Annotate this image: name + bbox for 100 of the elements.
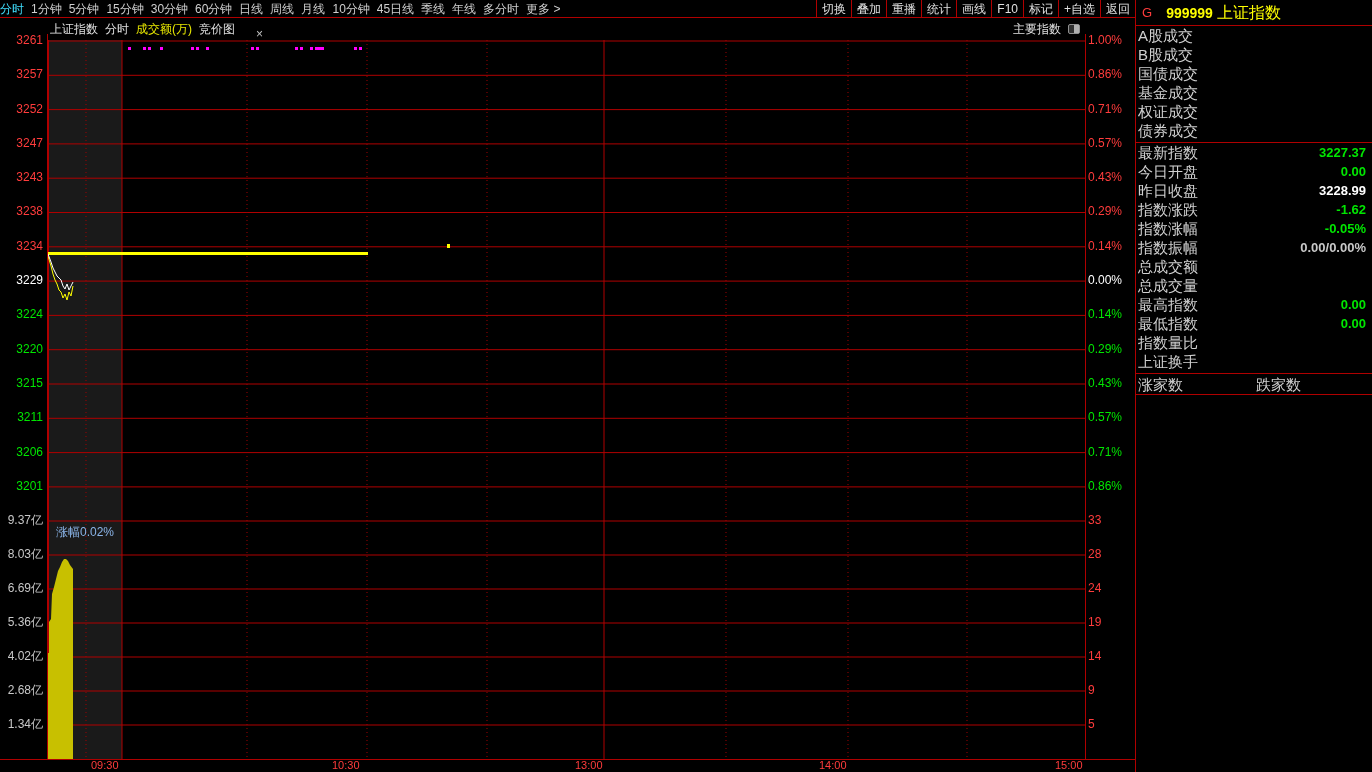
price-line	[48, 255, 74, 301]
stat-value: -0.05%	[1324, 222, 1366, 235]
period-tab[interactable]: 分时	[0, 2, 24, 15]
price-label: 3220	[16, 341, 43, 356]
stat-label: 最高指数	[1138, 297, 1198, 312]
time-label: 13:00	[575, 760, 604, 772]
stat-label: 基金成交	[1138, 85, 1198, 100]
stat-label: 总成交量	[1138, 278, 1198, 293]
price-label: 3229	[16, 273, 43, 288]
toolbar-button[interactable]: F10	[991, 0, 1023, 17]
event-marker	[148, 47, 151, 50]
toolbar-button[interactable]: 切换	[816, 0, 852, 17]
stat-value: 0.00	[1340, 298, 1366, 311]
volume-count-label: 28	[1088, 547, 1102, 562]
stat-value: 0.00/0.00%	[1300, 241, 1366, 254]
volume-label: 1.34亿	[7, 717, 43, 732]
period-tab[interactable]: 10分钟	[332, 2, 370, 15]
toolbar-button[interactable]: 统计	[921, 0, 957, 17]
period-tab[interactable]: 周线	[270, 2, 295, 15]
percent-label: 0.71%	[1088, 444, 1123, 459]
stat-label: 债券成交	[1138, 123, 1198, 138]
index-label[interactable]: 主要指数	[1013, 23, 1061, 35]
price-label: 3243	[16, 170, 43, 185]
stat-label: 上证换手	[1138, 354, 1198, 369]
percent-label: 0.71%	[1088, 101, 1123, 116]
toolbar-button[interactable]: 画线	[956, 0, 992, 17]
percent-label: 0.14%	[1088, 238, 1123, 253]
change-note: 涨幅0.02%	[56, 526, 115, 538]
period-tab[interactable]: 月线	[301, 2, 326, 15]
period-tab[interactable]: 多分时	[483, 2, 520, 15]
period-tab[interactable]: 年线	[452, 2, 477, 15]
chart-title: 上证指数	[50, 23, 98, 35]
volume-count-label: 5	[1088, 717, 1095, 732]
period-tab[interactable]: 季线	[421, 2, 446, 15]
chart-tab[interactable]: 分时	[105, 23, 129, 35]
period-tab[interactable]: 更多 >	[526, 2, 561, 15]
period-tab[interactable]: 1分钟	[31, 2, 62, 15]
event-marker	[191, 47, 194, 50]
percent-label: 1.00%	[1088, 33, 1123, 47]
percent-label: 0.86%	[1088, 478, 1123, 493]
toolbar-button[interactable]: 标记	[1023, 0, 1058, 17]
stat-label: 指数量比	[1138, 335, 1198, 350]
percent-label: 0.29%	[1088, 204, 1123, 219]
chart-tab[interactable]: 竞价图	[199, 23, 235, 35]
breadth-label: 跌家数	[1256, 376, 1301, 392]
event-marker	[295, 47, 298, 50]
stat-label: 指数振幅	[1138, 240, 1198, 255]
volume-label: 6.69亿	[7, 581, 43, 596]
period-tab[interactable]: 日线	[239, 2, 264, 15]
volume-label: 5.36亿	[7, 615, 43, 630]
period-tab[interactable]: 60分钟	[195, 2, 233, 15]
stat-value: 0.00	[1340, 165, 1366, 178]
toolbar-button[interactable]: 重播	[886, 0, 922, 17]
price-label: 3224	[16, 307, 43, 322]
event-marker	[206, 47, 209, 50]
stat-label: 指数涨幅	[1138, 221, 1198, 236]
period-tab[interactable]: 30分钟	[150, 2, 189, 15]
time-label: 15:00	[1055, 760, 1083, 772]
stat-value: 3227.37	[1319, 146, 1366, 159]
toolbar-button[interactable]: 叠加	[851, 0, 887, 17]
volume-count-label: 24	[1088, 581, 1102, 596]
toolbar-button[interactable]: +自选	[1058, 0, 1100, 17]
time-label: 10:30	[332, 760, 361, 772]
percent-label: 0.86%	[1088, 67, 1123, 82]
price-label: 3247	[16, 135, 43, 150]
stat-label: 权证成交	[1138, 104, 1198, 119]
volume-count-label: 14	[1088, 649, 1102, 664]
breadth-label: 涨家数	[1138, 376, 1184, 392]
event-marker	[354, 47, 357, 50]
stat-label: 指数涨跌	[1138, 202, 1198, 217]
price-label: 3201	[16, 478, 43, 493]
period-tab[interactable]: 5分钟	[68, 2, 100, 15]
stat-value: 0.00	[1340, 317, 1366, 330]
event-marker	[256, 47, 259, 50]
event-marker	[128, 47, 131, 50]
close-mark[interactable]: ×	[256, 28, 263, 40]
stock-code: 999999	[1166, 5, 1213, 20]
percent-label: 0.29%	[1088, 341, 1123, 356]
volume-label: 4.02亿	[7, 649, 43, 664]
volume-count-label: 33	[1088, 513, 1102, 528]
percent-label: 0.43%	[1088, 375, 1123, 390]
volume-label: 8.03亿	[7, 547, 43, 562]
percent-label: 0.14%	[1088, 307, 1123, 322]
period-tab[interactable]: 15分钟	[106, 2, 144, 15]
volume-count-label: 9	[1088, 683, 1095, 698]
stat-label: B股成交	[1138, 47, 1193, 62]
percent-label: 0.57%	[1088, 135, 1123, 150]
price-label: 3206	[16, 444, 43, 459]
toggle-icon[interactable]	[1068, 24, 1080, 34]
price-label: 3211	[17, 410, 43, 425]
time-label: 09:30	[91, 760, 120, 772]
stat-label: 最新指数	[1138, 145, 1198, 160]
stat-label: 总成交额	[1138, 259, 1198, 274]
percent-label: 0.00%	[1088, 273, 1123, 288]
toolbar-button[interactable]: 返回	[1100, 0, 1135, 17]
price-label: 3252	[16, 101, 43, 116]
price-line	[48, 253, 74, 291]
period-tab[interactable]: 45日线	[376, 2, 415, 15]
event-marker	[160, 47, 163, 50]
chart-tab[interactable]: 成交额(万)	[136, 23, 192, 35]
